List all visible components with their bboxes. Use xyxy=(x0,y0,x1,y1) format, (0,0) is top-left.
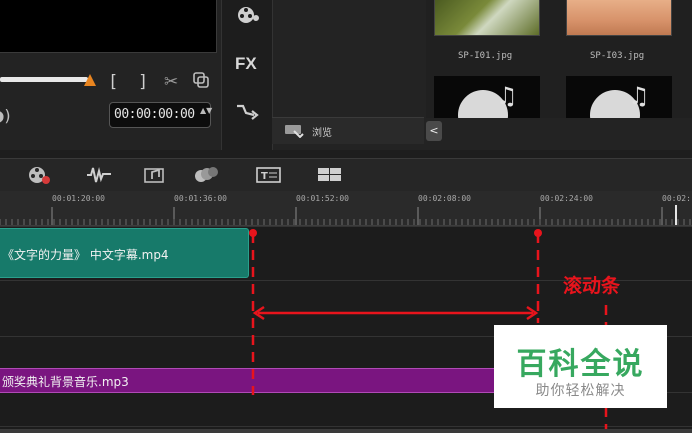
film-reel-icon[interactable] xyxy=(234,4,260,26)
timeline-toolbar: T xyxy=(0,158,692,192)
browse-button[interactable]: 浏览 xyxy=(312,124,332,139)
svg-text:T: T xyxy=(261,171,268,182)
scrub-bar[interactable] xyxy=(0,77,88,82)
mark-out-button[interactable]: ] xyxy=(138,72,148,92)
path-icon[interactable] xyxy=(234,103,260,123)
audio-thumbnail[interactable]: ♫ xyxy=(434,76,540,118)
mark-in-button[interactable]: [ xyxy=(108,72,118,92)
ruler-tick-label: 00:02: xyxy=(662,194,691,203)
browse-bar: 浏览 xyxy=(272,117,424,144)
timeline-ruler[interactable]: 00:01:20:00 00:01:36:00 00:01:52:00 00:0… xyxy=(0,191,692,226)
music-note-icon: ♫ xyxy=(628,82,650,110)
ruler-tick-label: 00:01:52:00 xyxy=(296,194,349,203)
media-library: SP-I01.jpg SP-I03.jpg ♫ ♫ xyxy=(426,0,692,118)
ruler-tick-label: 00:02:24:00 xyxy=(540,194,593,203)
music-note-icon: ♫ xyxy=(496,82,518,110)
browse-icon[interactable] xyxy=(284,122,304,138)
watermark-title: 百科全说 xyxy=(516,347,645,382)
image-thumbnail[interactable] xyxy=(566,0,672,36)
fx-button[interactable]: FX xyxy=(235,54,257,74)
volume-icon[interactable]: ◗) xyxy=(0,106,11,125)
preview-screen[interactable] xyxy=(0,0,217,53)
annotation-label: 滚动条 xyxy=(563,275,621,297)
ruler-tick-label: 00:01:20:00 xyxy=(52,194,105,203)
thumbnail-filename: SP-I03.jpg xyxy=(590,51,645,61)
multi-camera-icon[interactable] xyxy=(317,165,343,185)
ruler-tick-label: 00:01:36:00 xyxy=(174,194,227,203)
auto-music-icon[interactable] xyxy=(143,165,169,185)
record-capture-icon[interactable] xyxy=(26,165,52,185)
collapse-library-button[interactable]: < xyxy=(426,121,442,141)
timecode-spinner[interactable]: ▲▼ xyxy=(200,106,212,115)
ruler-ticks xyxy=(0,205,691,225)
watermark-logo: 百科全说 助你轻松解决 xyxy=(494,325,667,408)
scrub-handle[interactable] xyxy=(84,74,96,86)
timecode-value: 00:00:00:00 xyxy=(114,107,195,122)
motion-tracking-icon[interactable] xyxy=(193,165,219,185)
audio-mixer-icon[interactable] xyxy=(86,165,112,185)
thumbnail-filename: SP-I01.jpg xyxy=(458,51,513,61)
audio-thumbnail[interactable]: ♫ xyxy=(566,76,672,118)
horizontal-scrollbar[interactable] xyxy=(0,429,692,433)
watermark-subtitle: 助你轻松解决 xyxy=(535,383,626,399)
ruler-tick-label: 00:02:08:00 xyxy=(418,194,471,203)
subtitle-editor-icon[interactable]: T xyxy=(256,165,282,185)
copy-icon[interactable] xyxy=(193,72,209,88)
timecode-field[interactable]: 00:00:00:00 ▲▼ xyxy=(109,102,212,128)
media-tool-strip: FX xyxy=(221,0,273,150)
scissors-icon[interactable]: ✂ xyxy=(164,72,178,92)
image-thumbnail[interactable] xyxy=(434,0,540,36)
